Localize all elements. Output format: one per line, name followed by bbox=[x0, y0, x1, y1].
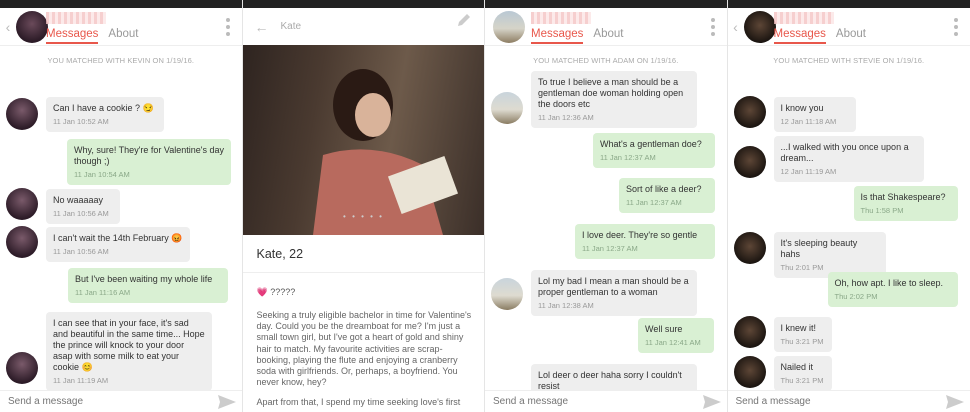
message-input[interactable] bbox=[8, 396, 188, 407]
profile-bio: Seeking a truly eligible bachelor in tim… bbox=[257, 310, 477, 409]
avatar[interactable] bbox=[491, 278, 523, 310]
avatar[interactable] bbox=[733, 232, 766, 264]
divider bbox=[242, 272, 484, 273]
message-list: Can I have a cookie ? 😏 11 Jan 10:52 AM W… bbox=[0, 64, 242, 391]
redacted-name bbox=[531, 12, 591, 24]
avatar[interactable] bbox=[743, 10, 776, 43]
bio-paragraph: Seeking a truly eligible bachelor in tim… bbox=[256, 310, 472, 388]
avatar[interactable] bbox=[493, 10, 525, 43]
status-bar bbox=[485, 0, 727, 8]
message-bubble: But I've been waiting my whole life 11 Ja… bbox=[68, 268, 228, 303]
chat-header: ‹ Messages About bbox=[0, 8, 242, 46]
avatar[interactable] bbox=[733, 356, 766, 388]
message-bubble: I can't wait the 14th February 😡 11 Jan 1… bbox=[46, 227, 190, 262]
bio-paragraph: Apart from that, I spend my time seeking… bbox=[256, 397, 461, 408]
chat-panel-adam: Messages About YOU MATCHED WITH ADAM ON … bbox=[485, 0, 728, 412]
send-icon[interactable] bbox=[702, 395, 721, 409]
message-bubble: Sort of like a deer? 11 Jan 12:37 AM bbox=[619, 178, 715, 213]
message-bubble: Well sure 11 Jan 12:41 AM bbox=[638, 318, 714, 353]
avatar[interactable] bbox=[6, 98, 38, 130]
message-input-bar bbox=[727, 390, 970, 412]
more-options-icon[interactable] bbox=[710, 18, 715, 39]
redacted-name bbox=[773, 12, 834, 24]
profile-photo[interactable]: • • • • • bbox=[242, 45, 485, 235]
message-bubble: Why, sure! They're for Valentine's day t… bbox=[67, 139, 231, 185]
send-icon[interactable] bbox=[946, 395, 964, 409]
status-bar bbox=[0, 0, 242, 8]
tab-messages[interactable]: Messages bbox=[46, 28, 99, 44]
message-bubble: Is that Shakespeare? Thu 1:58 PM bbox=[853, 186, 958, 221]
avatar[interactable] bbox=[733, 316, 766, 348]
message-bubble: I love deer. They're so gentle 11 Jan 12:… bbox=[575, 224, 715, 259]
woman-reading-photo bbox=[312, 69, 458, 235]
chat-header: ‹ Messages About bbox=[727, 8, 970, 46]
send-icon[interactable] bbox=[217, 395, 236, 409]
avatar[interactable] bbox=[6, 188, 38, 220]
message-bubble: Nailed it Thu 3:21 PM bbox=[773, 356, 832, 391]
profile-header: ← Kate bbox=[242, 8, 484, 46]
avatar[interactable] bbox=[6, 352, 38, 384]
message-bubble: Oh, how apt. I like to sleep. Thu 2:02 PM bbox=[827, 272, 958, 307]
message-list: I know you 12 Jan 11:18 AM ...I walked wi… bbox=[728, 64, 970, 391]
profile-panel-kate: ← Kate • • • • • Kate, 22 💗 ????? Seekin… bbox=[242, 0, 485, 412]
status-bar bbox=[727, 0, 970, 8]
message-bubble: What's a gentleman doe? 11 Jan 12:37 AM bbox=[593, 133, 715, 168]
tab-about[interactable]: About bbox=[593, 28, 623, 44]
more-options-icon[interactable] bbox=[225, 18, 230, 39]
back-icon[interactable]: ‹ bbox=[730, 19, 742, 35]
message-input[interactable] bbox=[735, 396, 916, 407]
message-bubble: I can see that in your face, it's sad an… bbox=[46, 312, 212, 391]
avatar[interactable] bbox=[491, 92, 523, 124]
photo-pager-dots[interactable]: • • • • • bbox=[243, 212, 485, 221]
profile-status: 💗 ????? bbox=[256, 287, 296, 297]
avatar[interactable] bbox=[733, 146, 766, 178]
message-bubble: Lol my bad I mean a man should be a prop… bbox=[531, 270, 697, 316]
profile-header-name: Kate bbox=[280, 21, 302, 32]
message-input-bar bbox=[485, 390, 727, 412]
message-input-bar bbox=[0, 390, 242, 412]
message-bubble: I knew it! Thu 3:21 PM bbox=[773, 317, 832, 352]
message-bubble: ...I walked with you once upon a dream..… bbox=[773, 136, 924, 182]
profile-name-age: Kate, 22 bbox=[256, 247, 304, 261]
message-bubble: No waaaaay 11 Jan 10:56 AM bbox=[46, 189, 120, 224]
tab-messages[interactable]: Messages bbox=[773, 28, 826, 44]
tab-about[interactable]: About bbox=[836, 28, 866, 44]
message-bubble: Can I have a cookie ? 😏 11 Jan 10:52 AM bbox=[46, 97, 164, 132]
redacted-name bbox=[46, 12, 106, 24]
chat-panel-stevie: ‹ Messages About YOU MATCHED WITH STEVIE… bbox=[727, 0, 970, 412]
back-arrow-icon[interactable]: ← bbox=[255, 19, 269, 35]
status-bar bbox=[242, 0, 484, 8]
avatar[interactable] bbox=[733, 96, 766, 128]
tab-about[interactable]: About bbox=[108, 28, 138, 44]
message-input[interactable] bbox=[493, 396, 673, 407]
message-bubble: I know you 12 Jan 11:18 AM bbox=[773, 97, 856, 132]
avatar[interactable] bbox=[16, 10, 48, 43]
edit-pencil-icon[interactable] bbox=[456, 12, 472, 28]
chat-panel-kevin: ‹ Messages About YOU MATCHED WITH KEVIN … bbox=[0, 0, 243, 412]
tab-messages[interactable]: Messages bbox=[531, 28, 584, 44]
avatar[interactable] bbox=[6, 226, 38, 258]
message-list: To true I believe a man should be a gent… bbox=[485, 64, 727, 397]
message-bubble: To true I believe a man should be a gent… bbox=[531, 71, 697, 128]
back-icon[interactable]: ‹ bbox=[2, 19, 14, 35]
chat-header: Messages About bbox=[485, 8, 727, 46]
more-options-icon[interactable] bbox=[954, 18, 958, 39]
